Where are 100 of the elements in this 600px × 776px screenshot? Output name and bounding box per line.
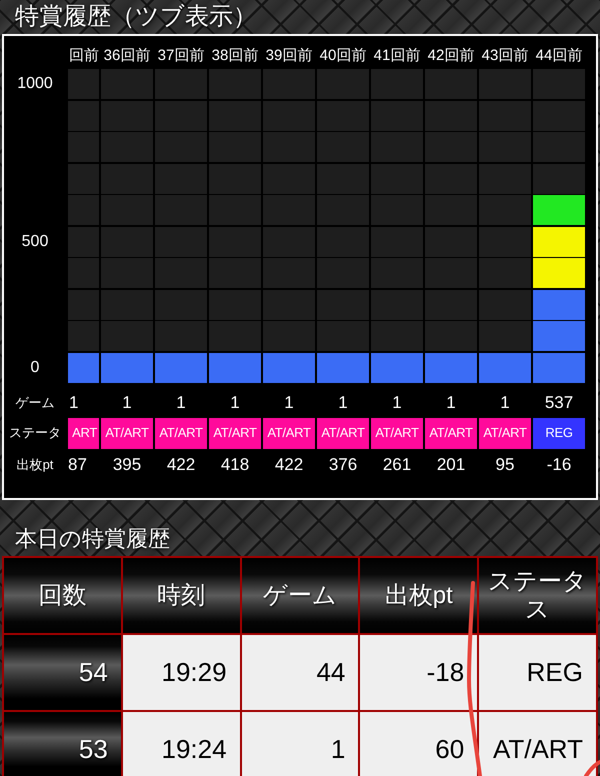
grid-cell xyxy=(479,226,531,256)
game-count: 1 xyxy=(122,392,132,414)
table-cell: 54 xyxy=(4,635,121,710)
grid-cell xyxy=(101,100,153,130)
table-cell: 19:29 xyxy=(122,635,240,710)
status-badge: AT/ART xyxy=(209,418,261,448)
payout-value: -16 xyxy=(546,454,572,476)
column-label: 38回前 xyxy=(212,46,258,66)
payout-value: 422 xyxy=(166,454,196,476)
grid-cell xyxy=(479,258,531,288)
game-count: 1 xyxy=(176,392,186,414)
grid-cell xyxy=(263,195,315,225)
grid-cell xyxy=(317,100,369,130)
grid-cell xyxy=(479,321,531,351)
column-label: 41回前 xyxy=(374,46,420,66)
section-title: 特賞履歴（ツブ表示） xyxy=(15,2,257,32)
grid-cell xyxy=(425,69,477,99)
grid-cell xyxy=(209,290,261,320)
grid-cell xyxy=(317,132,369,162)
status-badge: AT/ART xyxy=(263,418,315,448)
column-header: ゲーム xyxy=(242,558,358,633)
grid-cell xyxy=(68,258,99,288)
payout-value: 95 xyxy=(496,454,514,476)
y-axis-label: 1000 xyxy=(17,74,53,94)
column-header: 時刻 xyxy=(122,558,240,633)
grid-cell xyxy=(209,69,261,99)
grid-cell xyxy=(155,164,207,194)
grid-cell xyxy=(155,258,207,288)
grid-cell xyxy=(371,226,423,256)
grid-cell xyxy=(371,69,423,99)
grid-cell xyxy=(479,195,531,225)
grid-cell xyxy=(263,164,315,194)
payout-value: 87 xyxy=(68,454,87,476)
grid-cell xyxy=(317,69,369,99)
grid-cell xyxy=(155,69,207,99)
grid-cell xyxy=(209,321,261,351)
grid-cell xyxy=(479,69,531,99)
column-header: ステータス xyxy=(479,558,596,633)
grid-cell xyxy=(425,195,477,225)
payout-value: 395 xyxy=(112,454,142,476)
grid-cell xyxy=(101,321,153,351)
grid-cell xyxy=(371,100,423,130)
grid-cell xyxy=(371,164,423,194)
grid-cell xyxy=(155,226,207,256)
table-cell: 53 xyxy=(4,712,121,776)
grid-cell xyxy=(317,258,369,288)
game-count: 1 xyxy=(284,392,294,414)
status-badge: AT/ART xyxy=(155,418,207,448)
grid-cell xyxy=(209,100,261,130)
grid-cell xyxy=(155,195,207,225)
grid-cell xyxy=(317,226,369,256)
grid-cell xyxy=(263,321,315,351)
table-cell: 19:24 xyxy=(122,712,240,776)
grid-cell xyxy=(317,195,369,225)
game-count: 1 xyxy=(338,392,348,414)
column-label: 43回前 xyxy=(482,46,528,66)
grid-cell xyxy=(101,290,153,320)
grid-cell xyxy=(155,100,207,130)
status-badge: AT/ART xyxy=(425,418,477,448)
table-cell: 44 xyxy=(242,635,358,710)
row-label: 出枚pt xyxy=(16,456,54,474)
grid-cell xyxy=(209,258,261,288)
grid-cell xyxy=(425,164,477,194)
grid-cell xyxy=(371,321,423,351)
grid-cell xyxy=(425,321,477,351)
grid-cell xyxy=(101,258,153,288)
grid-cell xyxy=(533,69,585,99)
grid-cell xyxy=(533,100,585,130)
grid-cell xyxy=(101,226,153,256)
status-badge: AT/ART xyxy=(371,418,423,448)
column-label: 37回前 xyxy=(158,46,204,66)
grid-cell xyxy=(263,290,315,320)
grid-cell xyxy=(68,195,99,225)
grid-cell xyxy=(155,321,207,351)
column-header: 出枚pt xyxy=(360,558,478,633)
game-count: 537 xyxy=(544,392,574,414)
grid-cell xyxy=(68,321,99,351)
grid-cell xyxy=(101,195,153,225)
column-header: 回数 xyxy=(4,558,121,633)
grid-cell xyxy=(155,132,207,162)
grid-cell xyxy=(68,164,99,194)
grid-cell xyxy=(371,195,423,225)
grid-cell xyxy=(101,164,153,194)
table-cell: 60 xyxy=(360,712,478,776)
grid-cell xyxy=(263,258,315,288)
grid-cell xyxy=(101,69,153,99)
grid-cell xyxy=(209,164,261,194)
game-count: 1 xyxy=(446,392,456,414)
table-cell: 1 xyxy=(242,712,358,776)
status-badge: AT/ART xyxy=(317,418,369,448)
grid-cell xyxy=(263,132,315,162)
section-title: 本日の特賞履歴 xyxy=(15,525,170,553)
grid-cell xyxy=(317,164,369,194)
payout-value: 201 xyxy=(436,454,466,476)
grid-cell xyxy=(209,195,261,225)
grid-cell xyxy=(317,321,369,351)
grid-cell xyxy=(209,132,261,162)
grid-cell xyxy=(425,226,477,256)
grid-cell xyxy=(479,132,531,162)
row-label: ステータ xyxy=(9,424,61,442)
